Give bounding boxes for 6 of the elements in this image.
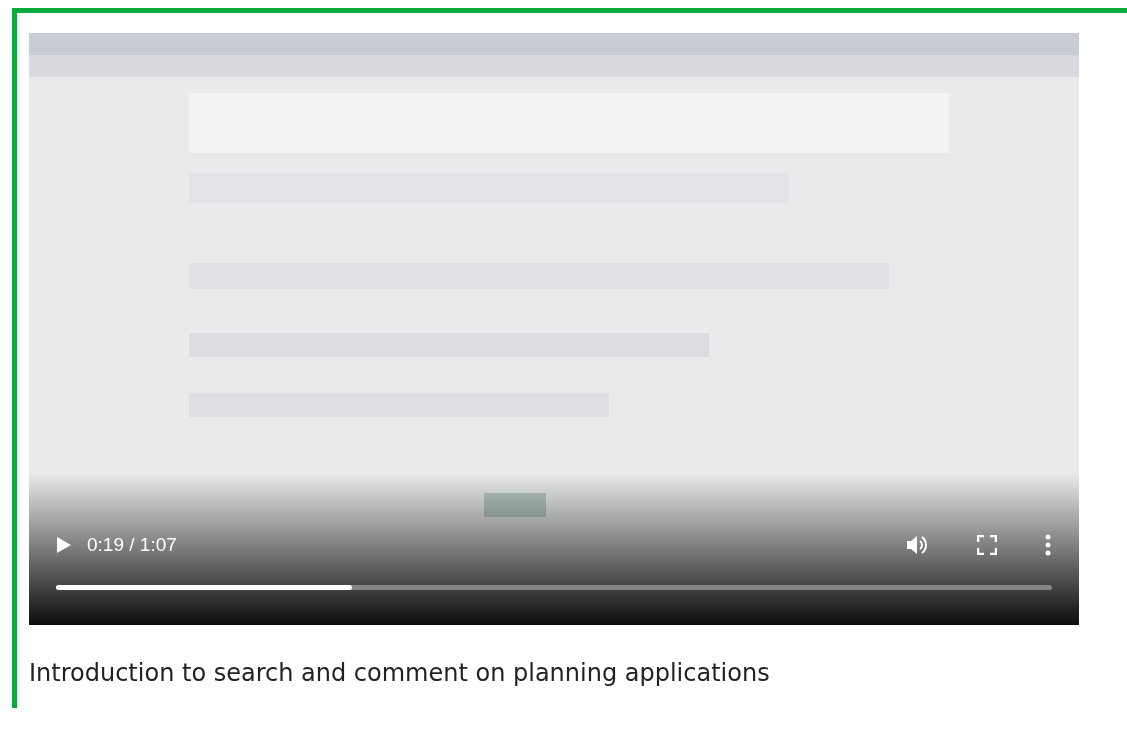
more-icon (1045, 534, 1051, 556)
time-display: 0:19 / 1:07 (87, 534, 177, 556)
volume-icon (907, 535, 929, 555)
fullscreen-icon (977, 535, 997, 555)
video-caption: Introduction to search and comment on planning applications (29, 659, 771, 687)
progress-bar[interactable] (56, 585, 1052, 590)
